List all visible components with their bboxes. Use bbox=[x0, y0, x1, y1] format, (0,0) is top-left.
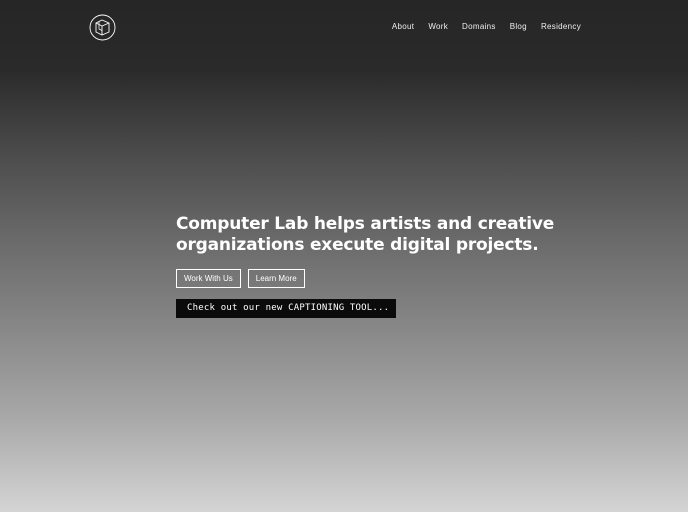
work-with-us-button[interactable]: Work With Us bbox=[176, 269, 241, 288]
nav-blog[interactable]: Blog bbox=[510, 22, 527, 31]
hero-headline-line-1: Computer Lab helps artists and creative bbox=[176, 214, 555, 234]
hero-headline: Computer Lab helps artists and creative … bbox=[176, 214, 556, 256]
hero-buttons: Work With Us Learn More bbox=[176, 269, 556, 288]
captioning-tool-link[interactable]: Check out our new CAPTIONING TOOL... bbox=[176, 299, 396, 318]
main-nav: About Work Domains Blog Residency bbox=[392, 22, 581, 31]
logo-icon[interactable] bbox=[89, 14, 116, 41]
nav-work[interactable]: Work bbox=[428, 22, 448, 31]
learn-more-button[interactable]: Learn More bbox=[247, 269, 305, 288]
nav-residency[interactable]: Residency bbox=[541, 22, 581, 31]
hero-section: Computer Lab helps artists and creative … bbox=[176, 214, 556, 318]
nav-about[interactable]: About bbox=[392, 22, 414, 31]
nav-domains[interactable]: Domains bbox=[462, 22, 496, 31]
hero-headline-line-2: organizations execute digital projects. bbox=[176, 235, 539, 255]
